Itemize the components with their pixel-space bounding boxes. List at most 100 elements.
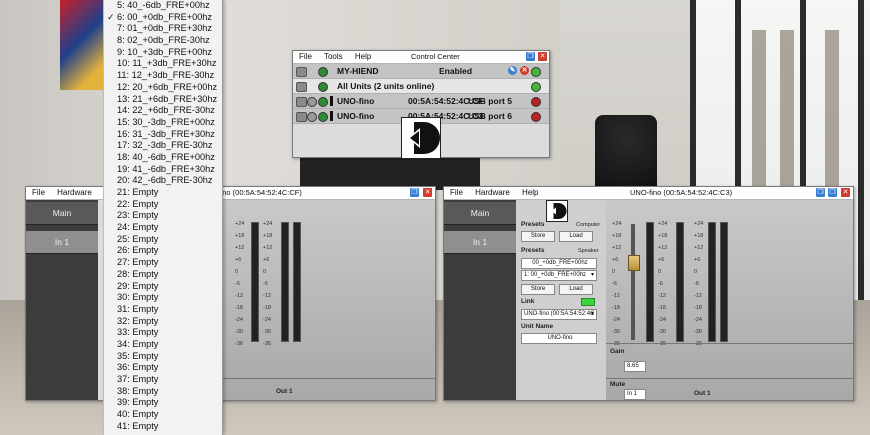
gain-fader-handle[interactable] xyxy=(628,255,640,271)
preset-menu-item[interactable]: 15: 30_-3db_FRE+00hz xyxy=(104,117,222,129)
menu-hardware[interactable]: Hardware xyxy=(57,188,92,197)
preset-menu-item[interactable]: 20: 42_-6db_FRE-30hz xyxy=(104,175,222,187)
presets-panel: Presets Computer Store Load Presets Spea… xyxy=(516,200,606,400)
preset-menu-item[interactable]: 17: 32_-3db_FRE-30hz xyxy=(104,140,222,152)
gain-value-field[interactable]: 8.65 xyxy=(624,361,646,372)
collapse-icon[interactable] xyxy=(296,67,307,77)
out-label: Out 1 xyxy=(694,390,711,397)
all-units-row[interactable]: All Units (2 units online) xyxy=(293,79,549,94)
link-select[interactable]: UNO-fino (00:5A:54:52:4C ▾ xyxy=(521,309,597,320)
preset-menu-item[interactable]: 26: Empty xyxy=(104,245,222,257)
menu-file[interactable]: File xyxy=(32,188,45,197)
speaker-preset-field[interactable]: 00_+0db_FRE+00hz xyxy=(521,258,597,269)
meter-scale: +24 +18 +12 +6 0 -6 -12 -18 -24 -30 -36 xyxy=(694,221,704,347)
speaker-preset-select[interactable]: 1: 00_+0db_FRE+00hz ▾ xyxy=(521,270,597,281)
preset-menu-item[interactable]: 31: Empty xyxy=(104,304,222,316)
menu-tools[interactable]: Tools xyxy=(324,52,343,61)
store-button[interactable]: Store xyxy=(521,284,555,295)
collapse-icon[interactable] xyxy=(296,112,307,122)
unit-name-input[interactable]: UNO-fino xyxy=(521,333,597,344)
preset-menu-item[interactable]: 18: 40_-6db_FRE+00hz xyxy=(104,152,222,164)
device-sidebar: Main In 1 xyxy=(26,200,98,400)
preset-menu-item[interactable]: 25: Empty xyxy=(104,234,222,246)
menu-hardware[interactable]: Hardware xyxy=(475,188,510,197)
preset-menu-item[interactable]: 14: 22_+6db_FRE-30hz xyxy=(104,105,222,117)
host-row[interactable]: MY-HIEND Enabled ✎ ✕ xyxy=(293,64,549,79)
menu-file[interactable]: File xyxy=(299,52,312,61)
load-button[interactable]: Load xyxy=(559,284,593,295)
close-icon[interactable]: ✕ xyxy=(841,188,850,197)
preset-menu-item[interactable]: 29: Empty xyxy=(104,281,222,293)
status-led-icon xyxy=(307,112,317,122)
preset-menu-item[interactable]: 40: Empty xyxy=(104,409,222,421)
device-sidebar: Main In 1 xyxy=(444,200,516,400)
close-icon[interactable]: ✕ xyxy=(538,52,547,61)
preset-menu-item[interactable]: 7: 01_+0db_FRE+30hz xyxy=(104,23,222,35)
status-led-icon xyxy=(318,67,328,77)
unit-row[interactable]: UNO-fino 00:5A:54:52:4C:CF USB port 5 xyxy=(293,94,549,109)
preset-menu-item[interactable]: 32: Empty xyxy=(104,316,222,328)
computer-label: Computer xyxy=(576,222,601,228)
restore-icon[interactable]: ❐ xyxy=(828,188,837,197)
preset-menu-item[interactable]: 19: 41_-6db_FRE+30hz xyxy=(104,164,222,176)
edit-icon[interactable]: ✎ xyxy=(508,66,517,75)
device-panel: +24 +18 +12 +6 0 -6 -12 -18 -24 -30 -36 +24 +18 +… xyxy=(606,200,853,400)
restore-icon[interactable]: ❐ xyxy=(816,188,825,197)
restore-icon[interactable]: ❐ xyxy=(410,188,419,197)
preset-menu-item[interactable]: 11: 12_+3db_FRE-30hz xyxy=(104,70,222,82)
chevron-down-icon: ▾ xyxy=(590,311,594,317)
tab-main[interactable]: Main xyxy=(26,202,98,225)
level-bar-icon xyxy=(330,96,333,106)
preset-menu-item[interactable]: 35: Empty xyxy=(104,351,222,363)
store-button[interactable]: Store xyxy=(521,231,555,242)
preset-dropdown-menu: 5: 40_-6db_FRE+00hz6: 00_+0db_FRE+00hz7:… xyxy=(103,0,223,435)
remove-icon[interactable]: ✕ xyxy=(520,66,529,75)
collapse-icon[interactable] xyxy=(296,97,307,107)
menu-help[interactable]: Help xyxy=(355,52,371,61)
preset-menu-item[interactable]: 10: 11_+3db_FRE+30hz xyxy=(104,58,222,70)
level-meter xyxy=(251,222,259,342)
all-units-label: All Units (2 units online) xyxy=(337,81,435,91)
menu-help[interactable]: Help xyxy=(522,188,538,197)
out-label: Out 1 xyxy=(276,388,293,395)
preset-menu-item[interactable]: 8: 02_+0db_FRE-30hz xyxy=(104,35,222,47)
preset-menu-item[interactable]: 30: Empty xyxy=(104,292,222,304)
preset-menu-item[interactable]: 28: Empty xyxy=(104,269,222,281)
meter-scale: +24 +18 +12 +6 0 -6 -12 -18 -24 -30 -36 xyxy=(235,221,245,347)
preset-menu-item[interactable]: 12: 20_+6db_FRE+00hz xyxy=(104,82,222,94)
window-title: -fino (00:5A:54:52:4C:CF) xyxy=(216,188,302,197)
restore-icon[interactable]: ❐ xyxy=(526,52,535,61)
preset-menu-item[interactable]: 24: Empty xyxy=(104,222,222,234)
control-center-window: File Tools Help Control Center ❐ ✕ MY-HI… xyxy=(292,50,550,159)
menu-file[interactable]: File xyxy=(450,188,463,197)
preset-menu-item[interactable]: 27: Empty xyxy=(104,257,222,269)
preset-menu-item[interactable]: 13: 21_+6db_FRE+30hz xyxy=(104,94,222,106)
close-icon[interactable]: ✕ xyxy=(423,188,432,197)
load-button[interactable]: Load xyxy=(559,231,593,242)
preset-menu-item[interactable]: 41: Empty xyxy=(104,421,222,433)
level-meter xyxy=(720,222,728,342)
tab-main[interactable]: Main xyxy=(444,202,516,225)
preset-menu-item[interactable]: 6: 00_+0db_FRE+00hz xyxy=(104,12,222,24)
tab-in-1[interactable]: In 1 xyxy=(444,231,516,254)
preset-menu-item[interactable]: 21: Empty xyxy=(104,187,222,199)
preset-menu-item[interactable]: 34: Empty xyxy=(104,339,222,351)
gain-fader-track[interactable] xyxy=(631,224,635,340)
preset-menu-item[interactable]: 22: Empty xyxy=(104,199,222,211)
tab-in-1[interactable]: In 1 xyxy=(26,231,98,254)
status-led-icon xyxy=(318,82,328,92)
mute-toggle[interactable]: In 1 xyxy=(624,389,646,400)
brand-logo-icon xyxy=(401,117,441,159)
preset-menu-item[interactable]: 23: Empty xyxy=(104,210,222,222)
preset-menu-item[interactable]: 16: 31_-3db_FRE+30hz xyxy=(104,129,222,141)
preset-menu-item[interactable]: 38: Empty xyxy=(104,386,222,398)
preset-menu-item[interactable]: 39: Empty xyxy=(104,397,222,409)
preset-menu-item[interactable]: 37: Empty xyxy=(104,374,222,386)
preset-menu-item[interactable]: 33: Empty xyxy=(104,327,222,339)
preset-menu-item[interactable]: 9: 10_+3db_FRE+00hz xyxy=(104,47,222,59)
window-title: Control Center xyxy=(411,52,460,61)
preset-menu-item[interactable]: 36: Empty xyxy=(104,362,222,374)
collapse-icon[interactable] xyxy=(296,82,307,92)
level-meter xyxy=(646,222,654,342)
preset-menu-item[interactable]: 5: 40_-6db_FRE+00hz xyxy=(104,0,222,12)
